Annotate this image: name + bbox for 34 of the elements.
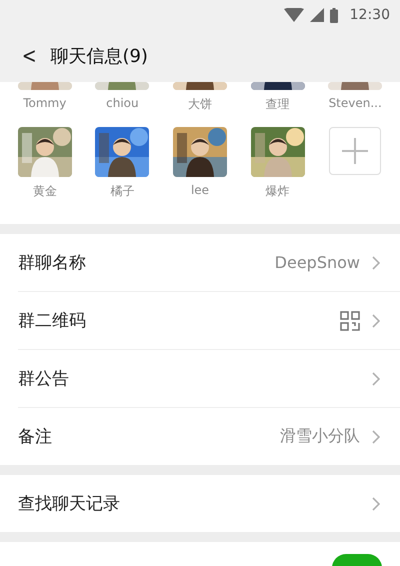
member-name: lee xyxy=(190,183,210,197)
setting-value: DeepSnow xyxy=(274,253,360,272)
setting-label: 群二维码 xyxy=(18,310,87,332)
page-title: 聊天信息(9) xyxy=(50,45,148,68)
settings-row[interactable]: 群聊名称 DeepSnow xyxy=(18,234,400,292)
plus-icon xyxy=(342,138,368,164)
member-name: 大饼 xyxy=(188,96,212,113)
setting-label: 群聊名称 xyxy=(18,252,87,274)
wifi-icon xyxy=(284,8,304,22)
member-name: 橘子 xyxy=(110,183,134,200)
settings-row[interactable]: 群公告 xyxy=(18,350,400,408)
battery-icon xyxy=(330,8,338,22)
member-name: Tommy xyxy=(23,96,66,110)
setting-label: 备注 xyxy=(18,426,53,448)
setting-label: 群公告 xyxy=(18,368,70,390)
chevron-right-icon xyxy=(372,256,380,270)
qr-code-icon xyxy=(340,310,360,330)
chevron-right-icon xyxy=(372,496,380,510)
member-name: 查理 xyxy=(266,96,290,113)
back-button[interactable]: < xyxy=(18,44,40,68)
chevron-right-icon xyxy=(372,314,380,328)
member-name: chiou xyxy=(106,96,139,110)
signal-icon xyxy=(310,8,324,22)
chevron-right-icon xyxy=(372,430,380,444)
chevron-right-icon xyxy=(372,372,380,386)
member-name: 黄金 xyxy=(32,183,57,200)
settings-row[interactable]: 备注 滑雪小分队 xyxy=(18,408,400,465)
setting-value: 滑雪小分队 xyxy=(280,426,360,447)
clock-time: 12:30 xyxy=(350,7,390,23)
setting-label: 查找聊天记录 xyxy=(18,493,121,515)
member-name: Steven... xyxy=(328,96,382,110)
add-member-button[interactable] xyxy=(329,127,382,175)
member-name: 爆炸 xyxy=(266,183,290,200)
settings-row[interactable]: 群二维码 xyxy=(18,292,400,350)
